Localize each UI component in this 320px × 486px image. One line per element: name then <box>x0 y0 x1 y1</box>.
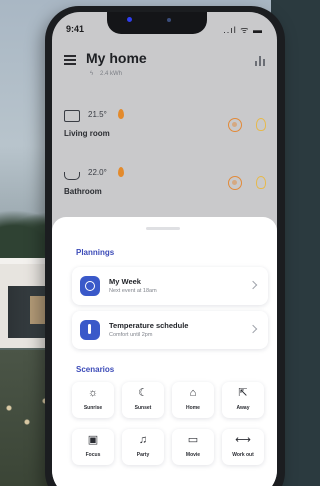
clock-icon <box>80 276 100 296</box>
dumbbell-icon: ⟷ <box>235 434 251 446</box>
tv-icon: ▭ <box>187 434 199 446</box>
party-icon: ♫ <box>138 434 148 446</box>
room-card-bathroom[interactable]: 22.0° Bathroom <box>60 166 277 214</box>
flame-icon <box>118 109 124 119</box>
scenario-label: Work out <box>232 452 254 458</box>
room-name: Bathroom <box>64 187 102 196</box>
thermometer-icon <box>80 320 100 340</box>
bottom-sheet: Plannings My Week Next event at 18am Tem… <box>52 217 277 486</box>
bathtub-icon <box>64 172 80 180</box>
home-icon: ⌂ <box>189 387 197 399</box>
phone-notch <box>107 12 207 34</box>
planning-title: My Week <box>109 277 141 286</box>
sunrise-icon: ☼ <box>87 387 99 399</box>
page-title: My home <box>86 50 147 66</box>
room-card-living-room[interactable]: 21.5° Living room <box>60 108 277 156</box>
flame-icon <box>118 167 124 177</box>
scenario-label: Sunrise <box>83 405 103 411</box>
planning-card-my-week[interactable]: My Week Next event at 18am <box>72 267 268 305</box>
scenario-movie[interactable]: ▭ Movie <box>172 429 214 465</box>
scenario-focus[interactable]: ▣ Focus <box>72 429 114 465</box>
moon-icon: ☾ <box>138 387 148 399</box>
scenario-label: Home <box>186 405 200 411</box>
section-title-scenarios: Scenarios <box>76 365 115 374</box>
page-subtitle: 2.4 kWh <box>100 71 123 77</box>
scenario-label: Movie <box>185 452 201 458</box>
section-title-plannings: Plannings <box>76 248 115 257</box>
radiator-icon <box>64 110 80 122</box>
phone-screen: 9:41 ..ıl ᯤ ▬ My home ϟ 2.4 kWh 21.5° Li… <box>52 12 277 486</box>
heating-control-icon[interactable] <box>228 176 242 190</box>
scenario-away[interactable]: ⇱ Away <box>222 382 264 418</box>
scenario-home[interactable]: ⌂ Home <box>172 382 214 418</box>
scenario-sunset[interactable]: ☾ Sunset <box>122 382 164 418</box>
bar-chart-icon[interactable] <box>255 56 267 66</box>
scenario-party[interactable]: ♫ Party <box>122 429 164 465</box>
planning-subtitle: Next event at 18am <box>109 288 157 294</box>
chevron-right-icon <box>248 324 258 334</box>
room-name: Living room <box>64 129 110 138</box>
heating-control-icon[interactable] <box>228 118 242 132</box>
sensor-icon <box>167 18 171 22</box>
scenario-label: Focus <box>85 452 101 458</box>
away-icon: ⇱ <box>238 387 248 399</box>
planning-subtitle: Comfort until 2pm <box>109 332 153 338</box>
chevron-right-icon <box>248 280 258 290</box>
status-icons: ..ıl ᯤ ▬ <box>223 25 263 35</box>
scenario-label: Sunset <box>134 405 152 411</box>
energy-icon: ϟ <box>90 71 94 77</box>
status-time: 9:41 <box>66 24 85 34</box>
light-bulb-icon[interactable] <box>256 118 266 131</box>
planning-title: Temperature schedule <box>109 321 189 330</box>
scenario-sunrise[interactable]: ☼ Sunrise <box>72 382 114 418</box>
scenario-work-out[interactable]: ⟷ Work out <box>222 429 264 465</box>
planning-card-temperature-schedule[interactable]: Temperature schedule Comfort until 2pm <box>72 311 268 349</box>
scenario-label: Party <box>136 452 150 458</box>
briefcase-icon: ▣ <box>87 434 99 446</box>
light-bulb-icon[interactable] <box>256 176 266 189</box>
menu-icon[interactable] <box>64 55 76 65</box>
sheet-grabber[interactable] <box>146 227 180 230</box>
room-temperature: 21.5° <box>88 110 107 119</box>
camera-icon <box>127 17 132 22</box>
scenario-label: Away <box>236 405 250 411</box>
room-temperature: 22.0° <box>88 168 107 177</box>
